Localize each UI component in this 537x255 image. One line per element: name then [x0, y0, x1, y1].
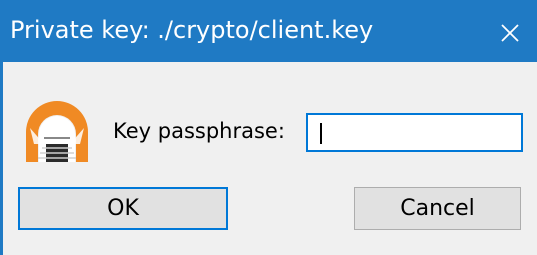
title-bar[interactable]: Private key: ./crypto/client.key: [0, 0, 537, 62]
private-key-dialog: Private key: ./crypto/client.key Key pas…: [0, 0, 537, 255]
cancel-button[interactable]: Cancel: [354, 187, 521, 230]
cancel-button-label: Cancel: [400, 196, 475, 221]
close-button[interactable]: [483, 0, 537, 62]
close-icon: [501, 24, 519, 42]
dialog-title: Private key: ./crypto/client.key: [10, 16, 374, 44]
text-caret: [320, 123, 322, 144]
tunnel-icon: [26, 101, 88, 162]
ok-button-label: OK: [107, 196, 139, 221]
ok-button[interactable]: OK: [18, 187, 228, 230]
passphrase-input[interactable]: [306, 113, 523, 152]
key-passphrase-label: Key passphrase:: [113, 119, 285, 143]
